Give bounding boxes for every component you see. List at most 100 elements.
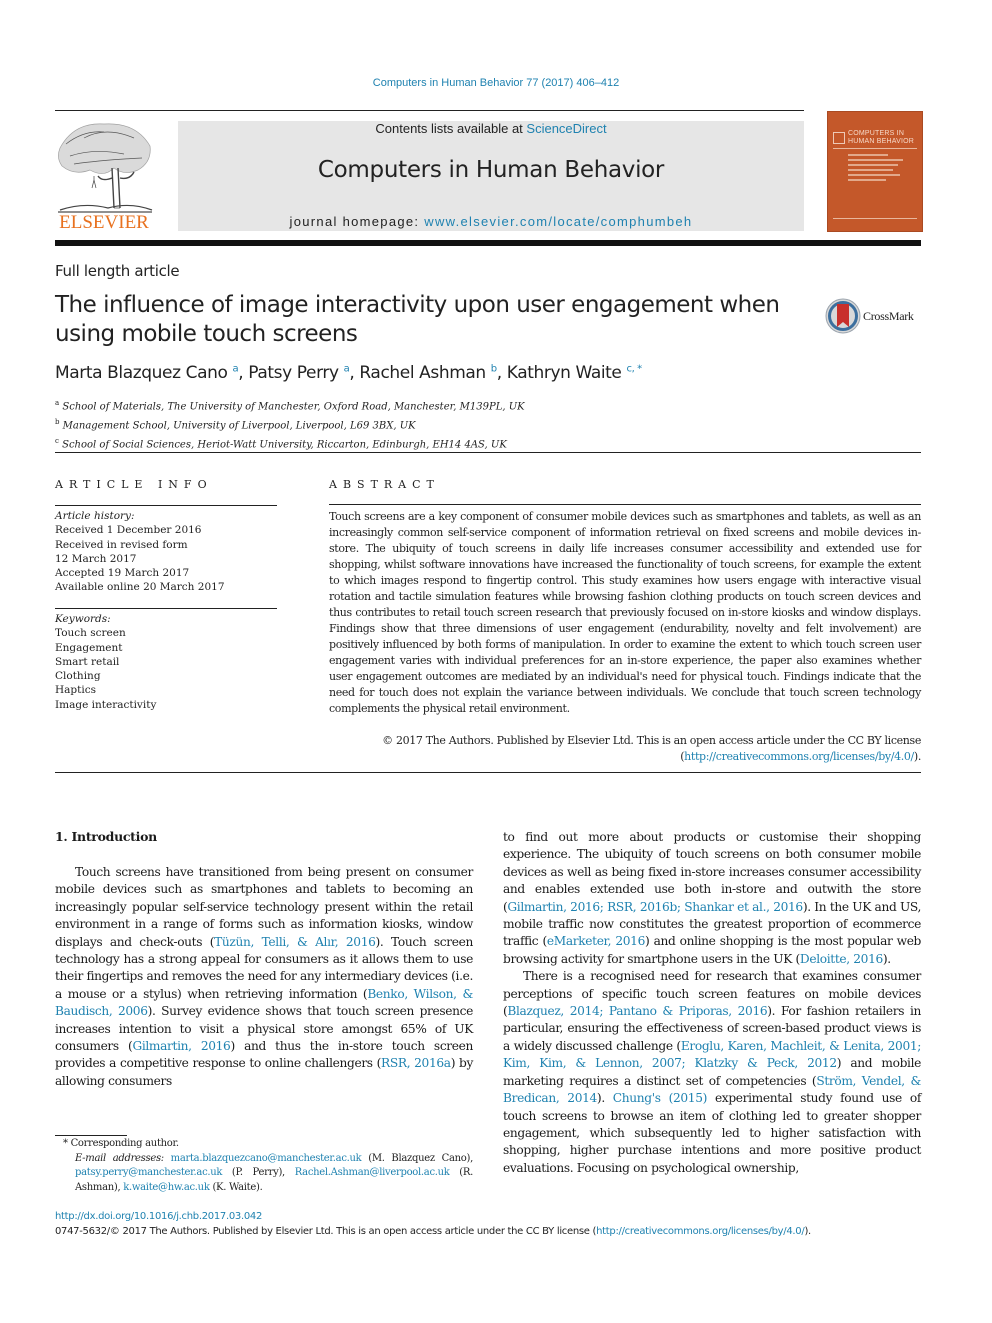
citation-link[interactable]: Blazquez, 2014; Pantano & Priporas, 2016: [507, 1004, 767, 1018]
citation-link[interactable]: eMarketer, 2016: [547, 934, 645, 948]
keyword: Touch screen: [55, 627, 126, 640]
divider: [329, 504, 921, 505]
body-text: ).: [882, 951, 891, 966]
abstract-copyright: © 2017 The Authors. Published by Elsevie…: [382, 734, 921, 763]
email-label: E-mail addresses:: [75, 1152, 171, 1164]
abstract-text: Touch screens are a key component of con…: [329, 510, 921, 715]
elsevier-wordmark: ELSEVIER: [59, 212, 149, 233]
keyword: Smart retail: [55, 655, 120, 668]
contents-prefix: Contents lists available at: [375, 121, 527, 136]
history-item: Received 1 December 2016: [55, 524, 202, 537]
crossmark-icon: [825, 298, 861, 334]
keyword: Clothing: [55, 670, 101, 683]
email-link[interactable]: patsy.perry@manchester.ac.uk: [75, 1167, 222, 1178]
divider: [55, 608, 277, 609]
paragraph: to find out more about products or custo…: [503, 829, 921, 968]
license-link[interactable]: http://creativecommons.org/licenses/by/4…: [684, 750, 914, 763]
history-item: 12 March 2017: [55, 552, 137, 565]
divider: [55, 505, 277, 506]
affiliation-marker[interactable]: a: [233, 363, 239, 374]
copyright-text: © 2017 The Authors. Published by Elsevie…: [382, 734, 921, 747]
divider: [55, 772, 921, 773]
journal-cover-image[interactable]: COMPUTERS IN HUMAN BEHAVIOR: [827, 111, 923, 232]
cover-title: COMPUTERS IN HUMAN BEHAVIOR: [848, 130, 914, 146]
keyword: Image interactivity: [55, 698, 157, 711]
citation-link[interactable]: Deloitte, 2016: [800, 952, 883, 966]
footnote-rule: [55, 1135, 127, 1136]
running-head[interactable]: Computers in Human Behavior 77 (2017) 40…: [0, 77, 992, 89]
citation-link[interactable]: Chung's (2015): [613, 1091, 708, 1105]
email-addresses: E-mail addresses: marta.blazquezcano@man…: [55, 1152, 473, 1196]
history-item: Received in revised form: [55, 538, 188, 551]
author[interactable]: Kathryn Waite c, *: [507, 363, 642, 383]
footer-license-link[interactable]: http://creativecommons.org/licenses/by/4…: [596, 1226, 805, 1237]
email-owner: (M. Blazquez Cano),: [361, 1152, 473, 1164]
affiliation-label: a: [55, 399, 60, 407]
affiliation-text: Management School, University of Liverpo…: [62, 420, 416, 432]
keywords-label: Keywords:: [55, 613, 111, 625]
cover-text-line: [848, 169, 893, 171]
cover-text-line: [848, 159, 903, 161]
homepage-link[interactable]: www.elsevier.com/locate/comphumbeh: [424, 214, 692, 229]
homepage-prefix: journal homepage:: [289, 214, 425, 229]
cover-text-line: [848, 174, 900, 176]
author-name: Patsy Perry: [248, 363, 339, 383]
body-column-right: to find out more about products or custo…: [503, 829, 921, 1177]
affiliation-label: b: [55, 417, 60, 426]
affiliation: b Management School, University of Liver…: [55, 415, 525, 434]
doi-link[interactable]: http://dx.doi.org/10.1016/j.chb.2017.03.…: [55, 1211, 262, 1222]
cover-divider: [833, 218, 917, 219]
cover-text-line: [848, 154, 888, 156]
keyword: Engagement: [55, 641, 123, 654]
author[interactable]: Patsy Perry a: [248, 363, 349, 383]
author-name: Kathryn Waite: [506, 363, 622, 383]
affiliation: c School of Social Sciences, Heriot-Watt…: [55, 434, 525, 453]
affiliation-text: School of Social Sciences, Heriot-Watt U…: [62, 438, 507, 450]
citation-link[interactable]: Tüzün, Telli, & Alır, 2016: [214, 935, 376, 949]
author-name: Marta Blazquez Cano: [55, 363, 228, 383]
affiliation-marker[interactable]: c, *: [627, 363, 643, 374]
article-history: Article history: Received 1 December 201…: [55, 509, 225, 595]
citation-link[interactable]: RSR, 2016a: [381, 1056, 451, 1070]
journal-homepage: journal homepage: www.elsevier.com/locat…: [178, 214, 804, 229]
header-thick-rule: [55, 240, 921, 246]
body-column-left: Touch screens have transitioned from bei…: [55, 864, 473, 1090]
cover-divider: [833, 148, 917, 149]
email-owner: (P. Perry),: [222, 1167, 295, 1178]
contents-available: Contents lists available at ScienceDirec…: [178, 121, 804, 136]
email-link[interactable]: Rachel.Ashman@liverpool.ac.uk: [295, 1167, 450, 1178]
journal-title[interactable]: Computers in Human Behavior: [178, 157, 804, 183]
corresponding-author-note: * Corresponding author.: [63, 1138, 179, 1149]
affiliation-marker[interactable]: a: [344, 363, 350, 374]
keywords: Keywords: Touch screen Engagement Smart …: [55, 612, 156, 712]
crossmark-label: CrossMark: [863, 309, 914, 323]
cover-text-line: [848, 164, 898, 166]
footnote: * Corresponding author. E-mail addresses…: [55, 1137, 473, 1195]
sciencedirect-link[interactable]: ScienceDirect: [526, 121, 606, 136]
author-name: Rachel Ashman: [359, 363, 486, 383]
history-label: Article history:: [55, 510, 135, 522]
divider: [55, 452, 921, 453]
history-item: Accepted 19 March 2017: [55, 567, 190, 580]
email-link[interactable]: marta.blazquezcano@manchester.ac.uk: [171, 1153, 362, 1164]
email-link[interactable]: k.waite@hw.ac.uk: [123, 1182, 210, 1193]
email-owner: (K. Waite).: [209, 1181, 263, 1193]
citation-link[interactable]: Gilmartin, 2016: [132, 1039, 230, 1053]
divider: [55, 110, 804, 111]
citation-link[interactable]: Gilmartin, 2016; RSR, 2016b; Shankar et …: [507, 900, 803, 914]
history-item: Available online 20 March 2017: [55, 581, 225, 594]
affiliation-text: School of Materials, The University of M…: [62, 401, 525, 413]
affiliations: a School of Materials, The University of…: [55, 396, 525, 452]
issn-text: 0747-5632/© 2017 The Authors. Published …: [55, 1226, 597, 1237]
elsevier-logo[interactable]: ELSEVIER: [54, 118, 154, 234]
issn-close: ).: [804, 1226, 811, 1237]
section-heading: 1. Introduction: [55, 829, 157, 844]
affiliation-label: c: [55, 436, 59, 445]
crossmark-badge[interactable]: CrossMark: [825, 297, 925, 335]
abstract-heading: ABSTRACT: [329, 478, 440, 491]
paragraph: There is a recognised need for research …: [503, 968, 921, 1177]
affiliation-marker[interactable]: b: [491, 363, 497, 374]
author[interactable]: Rachel Ashman b: [359, 363, 497, 383]
cover-logo-icon: [833, 132, 845, 144]
author[interactable]: Marta Blazquez Cano a: [55, 363, 239, 383]
